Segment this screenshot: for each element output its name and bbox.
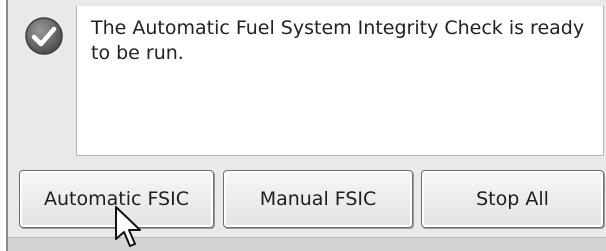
manual-fsic-button[interactable]: Manual FSIC bbox=[223, 170, 413, 228]
bottom-strip bbox=[8, 237, 606, 251]
stop-all-button[interactable]: Stop All bbox=[421, 170, 604, 228]
action-button-row: Automatic FSIC Manual FSIC Stop All bbox=[19, 170, 604, 232]
status-message: The Automatic Fuel System Integrity Chec… bbox=[91, 17, 585, 64]
message-area: The Automatic Fuel System Integrity Chec… bbox=[76, 6, 604, 156]
checkmark-icon bbox=[24, 16, 64, 56]
fsic-panel: The Automatic Fuel System Integrity Chec… bbox=[6, 0, 606, 251]
mouse-pointer-icon bbox=[114, 205, 144, 251]
